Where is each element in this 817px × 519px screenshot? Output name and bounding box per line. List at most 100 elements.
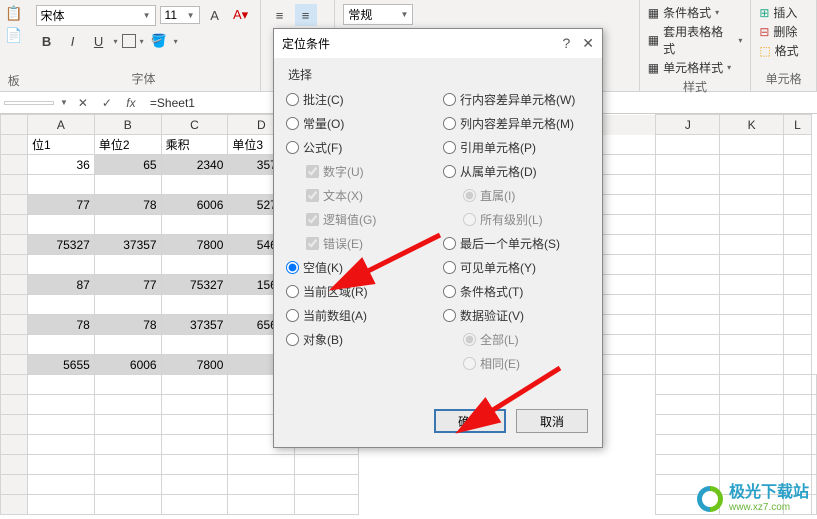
cell-style-button[interactable]: ▦单元格样式▾ xyxy=(648,59,743,76)
radio-validation[interactable]: 数据验证(V) xyxy=(443,307,590,324)
table-format-button[interactable]: ▦套用表格格式▾ xyxy=(648,23,743,57)
radio-coldiff[interactable]: 列内容差异单元格(M) xyxy=(443,115,590,132)
delete-button[interactable]: ⊟删除 xyxy=(759,23,808,40)
font-color-icon[interactable]: A▾ xyxy=(230,4,252,26)
cell[interactable]: 75327 xyxy=(28,235,95,255)
cond-format-icon: ▦ xyxy=(648,6,659,20)
cell[interactable]: 77 xyxy=(28,195,95,215)
radio-all: 全部(L) xyxy=(463,331,590,348)
cell[interactable] xyxy=(94,175,161,195)
formula-cancel-button[interactable]: ✕ xyxy=(74,96,92,110)
cell[interactable] xyxy=(161,215,228,235)
radio-comment[interactable]: 批注(C) xyxy=(286,91,433,108)
check-error: 错误(E) xyxy=(306,235,433,252)
cell[interactable]: 65 xyxy=(94,155,161,175)
italic-button[interactable]: I xyxy=(62,30,84,52)
col-header[interactable]: C xyxy=(161,115,228,135)
radio-object[interactable]: 对象(B) xyxy=(286,331,433,348)
cell[interactable] xyxy=(161,295,228,315)
bold-button[interactable]: B xyxy=(36,30,58,52)
number-format-combo[interactable]: 常规▼ xyxy=(343,4,413,25)
cell[interactable]: 87 xyxy=(28,275,95,295)
cell[interactable]: 6006 xyxy=(94,355,161,375)
table-format-icon: ▦ xyxy=(648,33,659,47)
cell[interactable]: 7800 xyxy=(161,235,228,255)
watermark-sub: www.xz7.com xyxy=(729,502,809,513)
font-group-label: 字体 xyxy=(36,70,252,87)
col-header[interactable]: K xyxy=(720,115,784,135)
fill-color-icon[interactable]: 🪣 xyxy=(148,30,170,52)
insert-button[interactable]: ⊞插入 xyxy=(759,4,808,21)
radio-blank[interactable]: 空值(K) xyxy=(286,259,433,276)
cond-format-button[interactable]: ▦条件格式▾ xyxy=(648,4,743,21)
col-header[interactable]: L xyxy=(784,115,812,135)
cell[interactable] xyxy=(94,255,161,275)
radio-precedent[interactable]: 引用单元格(P) xyxy=(443,139,590,156)
paste-icon[interactable]: 📋 xyxy=(5,4,23,22)
formula-ok-button[interactable]: ✓ xyxy=(98,96,116,110)
cell[interactable] xyxy=(28,295,95,315)
cell[interactable]: 37357 xyxy=(161,315,228,335)
cell[interactable]: 78 xyxy=(94,195,161,215)
col-header[interactable]: J xyxy=(656,115,720,135)
insert-icon: ⊞ xyxy=(759,6,769,20)
fx-button[interactable]: fx xyxy=(122,96,140,110)
styles-group: ▦条件格式▾ ▦套用表格格式▾ ▦单元格样式▾ 样式 xyxy=(640,0,752,91)
radio-rowdiff[interactable]: 行内容差异单元格(W) xyxy=(443,91,590,108)
cell[interactable]: 77 xyxy=(94,275,161,295)
watermark-main: 极光下载站 xyxy=(729,484,809,502)
cell[interactable] xyxy=(161,335,228,355)
dialog-titlebar: 定位条件 ? ✕ xyxy=(274,29,602,58)
close-button[interactable]: ✕ xyxy=(582,35,594,52)
cell[interactable] xyxy=(28,255,95,275)
underline-button[interactable]: U xyxy=(88,30,110,52)
ok-button[interactable]: 确定 xyxy=(434,409,506,433)
cell[interactable]: 5655 xyxy=(28,355,95,375)
align-mid-icon[interactable]: ≡ xyxy=(295,4,317,26)
radio-visible[interactable]: 可见单元格(Y) xyxy=(443,259,590,276)
name-box[interactable] xyxy=(4,101,54,105)
radio-array[interactable]: 当前数组(A) xyxy=(286,307,433,324)
radio-constant[interactable]: 常量(O) xyxy=(286,115,433,132)
cell[interactable]: 78 xyxy=(94,315,161,335)
radio-alllevel: 所有级别(L) xyxy=(463,211,590,228)
increase-font-icon[interactable]: A xyxy=(204,4,226,26)
radio-last[interactable]: 最后一个单元格(S) xyxy=(443,235,590,252)
font-size-combo[interactable]: 11▼ xyxy=(160,6,200,24)
check-logical: 逻辑值(G) xyxy=(306,211,433,228)
cell[interactable] xyxy=(94,215,161,235)
group-label: 选择 xyxy=(286,66,590,83)
cell[interactable]: 36 xyxy=(28,155,95,175)
cell[interactable] xyxy=(28,215,95,235)
cell[interactable]: 7800 xyxy=(161,355,228,375)
align-top-icon[interactable]: ≡ xyxy=(269,4,291,26)
watermark: 极光下载站 www.xz7.com xyxy=(697,484,809,513)
col-header[interactable]: A xyxy=(28,115,95,135)
cell[interactable]: 75327 xyxy=(161,275,228,295)
cell[interactable]: 6006 xyxy=(161,195,228,215)
cell[interactable]: 37357 xyxy=(94,235,161,255)
cell[interactable]: 78 xyxy=(28,315,95,335)
radio-region[interactable]: 当前区域(R) xyxy=(286,283,433,300)
border-button[interactable] xyxy=(122,34,136,48)
cell[interactable] xyxy=(94,335,161,355)
cell[interactable] xyxy=(161,255,228,275)
font-group: 宋体▼ 11▼ A A▾ B I U ▾ ▾ 🪣 ▾ 字体 xyxy=(28,0,261,91)
format-button[interactable]: ⬚格式 xyxy=(759,42,808,59)
cell[interactable] xyxy=(28,335,95,355)
col-header[interactable]: B xyxy=(94,115,161,135)
cell[interactable] xyxy=(94,295,161,315)
radio-condfmt[interactable]: 条件格式(T) xyxy=(443,283,590,300)
help-button[interactable]: ? xyxy=(562,35,570,52)
select-all[interactable] xyxy=(1,115,28,135)
cell[interactable] xyxy=(161,175,228,195)
cell[interactable] xyxy=(28,175,95,195)
radio-direct: 直属(I) xyxy=(463,187,590,204)
name-box-dropdown-icon[interactable]: ▼ xyxy=(60,98,68,107)
cell[interactable]: 2340 xyxy=(161,155,228,175)
font-name-combo[interactable]: 宋体▼ xyxy=(36,5,156,26)
radio-dependent[interactable]: 从属单元格(D) xyxy=(443,163,590,180)
cancel-button[interactable]: 取消 xyxy=(516,409,588,433)
clipboard-icon[interactable]: 📄 xyxy=(5,26,23,44)
radio-formula[interactable]: 公式(F) xyxy=(286,139,433,156)
